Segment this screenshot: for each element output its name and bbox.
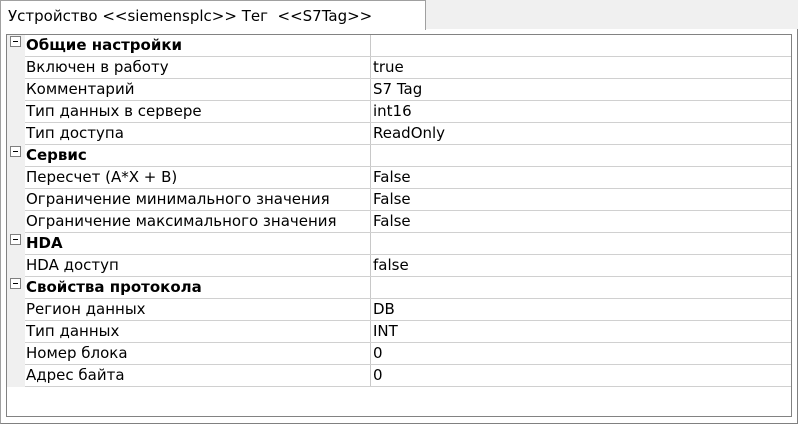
category-row-protocol-properties[interactable]: Свойства протокола: [7, 277, 791, 299]
category-row-general-settings[interactable]: Общие настройки: [7, 35, 791, 57]
collapse-minus-icon[interactable]: [10, 234, 21, 245]
row-gutter: [7, 277, 25, 299]
property-value[interactable]: true: [373, 57, 788, 78]
property-name: Комментарий: [26, 79, 371, 100]
property-name: Пересчет (A*X + B): [26, 167, 371, 188]
property-value[interactable]: 0: [373, 365, 788, 386]
row-gutter: [7, 321, 25, 343]
row-gutter: [7, 255, 25, 277]
property-row-enabled[interactable]: Включен в работу true: [7, 57, 791, 79]
tab-content-panel: Общие настройки Включен в работу true Ко…: [0, 29, 798, 424]
property-row-hda-access[interactable]: HDA доступ false: [7, 255, 791, 277]
category-row-service[interactable]: Сервис: [7, 145, 791, 167]
property-value[interactable]: False: [373, 167, 788, 188]
property-name: Тип доступа: [26, 123, 371, 144]
property-name: Ограничение минимального значения: [26, 189, 371, 210]
row-gutter: [7, 35, 25, 57]
property-row-max-limit[interactable]: Ограничение максимального значения False: [7, 211, 791, 233]
property-name: HDA доступ: [26, 255, 371, 276]
category-value-cell: [373, 233, 788, 254]
property-row-data-region[interactable]: Регион данных DB: [7, 299, 791, 321]
category-value-cell: [373, 35, 788, 56]
row-gutter: [7, 299, 25, 321]
property-value[interactable]: False: [373, 211, 788, 232]
category-value-cell: [373, 277, 788, 298]
property-value[interactable]: DB: [373, 299, 788, 320]
property-row-byte-address[interactable]: Адрес байта 0: [7, 365, 791, 387]
property-row-server-data-type[interactable]: Тип данных в сервере int16: [7, 101, 791, 123]
property-value[interactable]: INT: [373, 321, 788, 342]
property-name: Адрес байта: [26, 365, 371, 386]
property-row-block-number[interactable]: Номер блока 0: [7, 343, 791, 365]
property-name: Ограничение максимального значения: [26, 211, 371, 232]
property-row-comment[interactable]: Комментарий S7 Tag: [7, 79, 791, 101]
property-value[interactable]: false: [373, 255, 788, 276]
property-value[interactable]: int16: [373, 101, 788, 122]
property-value[interactable]: S7 Tag: [373, 79, 788, 100]
category-title: Сервис: [26, 145, 371, 166]
collapse-minus-icon[interactable]: [10, 146, 21, 157]
row-gutter: [7, 79, 25, 101]
property-row-min-limit[interactable]: Ограничение минимального значения False: [7, 189, 791, 211]
row-gutter: [7, 101, 25, 123]
property-name: Включен в работу: [26, 57, 371, 78]
property-row-scaling[interactable]: Пересчет (A*X + B) False: [7, 167, 791, 189]
property-grid: Общие настройки Включен в работу true Ко…: [6, 34, 792, 417]
category-value-cell: [373, 145, 788, 166]
row-gutter: [7, 211, 25, 233]
property-grid-rows: Общие настройки Включен в работу true Ко…: [7, 35, 791, 387]
row-gutter: [7, 167, 25, 189]
row-gutter: [7, 343, 25, 365]
property-value[interactable]: 0: [373, 343, 788, 364]
tab-tag-properties[interactable]: Устройство <<siemensplc>> Тег <<S7Tag>>: [0, 0, 426, 30]
property-row-data-type[interactable]: Тип данных INT: [7, 321, 791, 343]
category-title: Общие настройки: [26, 35, 371, 56]
property-row-access-type[interactable]: Тип доступа ReadOnly: [7, 123, 791, 145]
row-gutter: [7, 57, 25, 79]
property-name: Тип данных в сервере: [26, 101, 371, 122]
collapse-minus-icon[interactable]: [10, 278, 21, 289]
category-title: HDA: [26, 233, 371, 254]
row-gutter: [7, 233, 25, 255]
category-row-hda[interactable]: HDA: [7, 233, 791, 255]
tag-properties-window: Устройство <<siemensplc>> Тег <<S7Tag>> …: [0, 0, 798, 424]
property-value[interactable]: False: [373, 189, 788, 210]
property-name: Регион данных: [26, 299, 371, 320]
property-name: Номер блока: [26, 343, 371, 364]
row-gutter: [7, 189, 25, 211]
property-name: Тип данных: [26, 321, 371, 342]
property-value[interactable]: ReadOnly: [373, 123, 788, 144]
row-gutter: [7, 145, 25, 167]
row-gutter: [7, 365, 25, 387]
category-title: Свойства протокола: [26, 277, 371, 298]
collapse-minus-icon[interactable]: [10, 36, 21, 47]
tab-label: Устройство <<siemensplc>> Тег <<S7Tag>>: [8, 7, 373, 25]
row-gutter: [7, 123, 25, 145]
